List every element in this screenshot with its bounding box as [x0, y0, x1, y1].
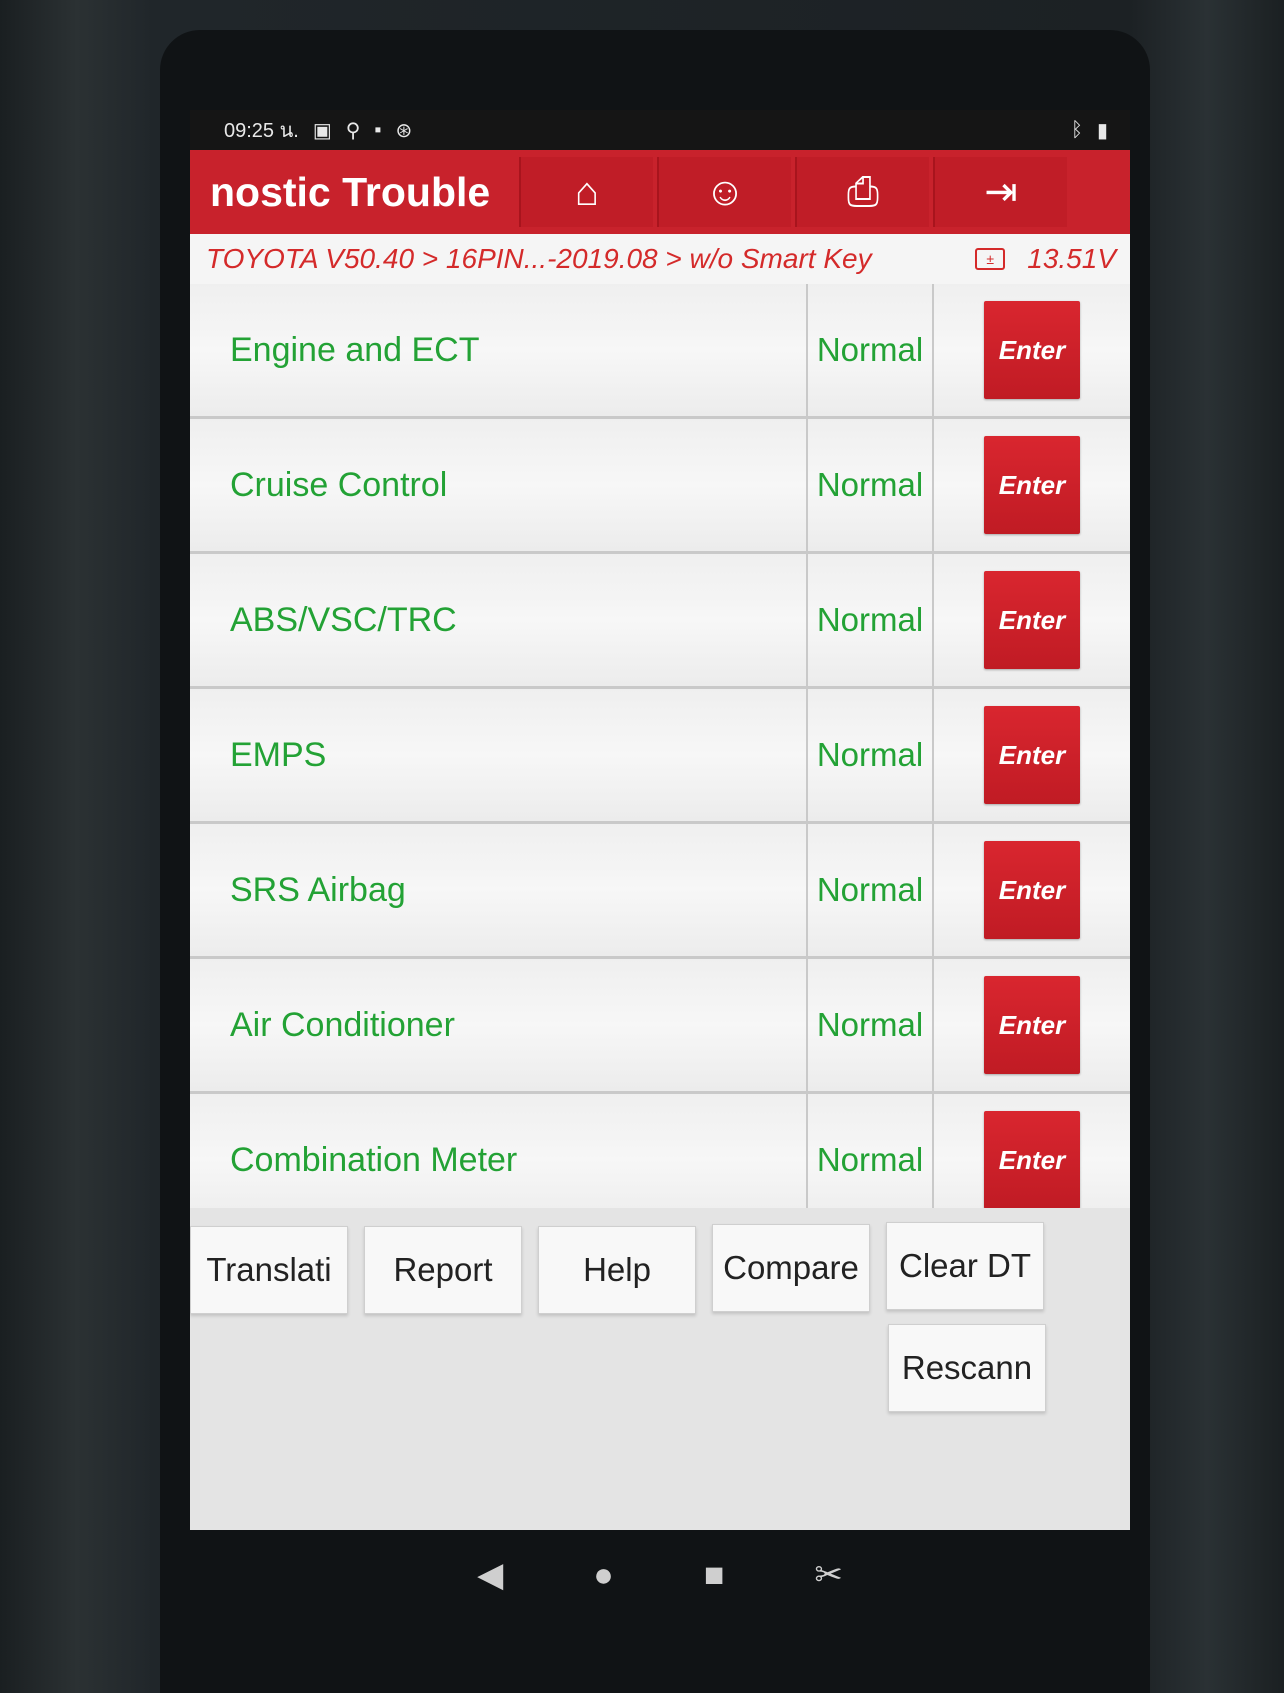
action-cell: Enter	[934, 1094, 1130, 1226]
table-row: ABS/VSC/TRC Normal Enter	[190, 554, 1130, 689]
system-status: Normal	[808, 959, 934, 1091]
android-nav-bar: ◀ ● ■ ✂	[190, 1530, 1130, 1620]
translation-button[interactable]: Translati	[190, 1226, 348, 1314]
report-button[interactable]: Report	[364, 1226, 522, 1314]
status-bar-right: ᛒ ▮	[1071, 118, 1108, 143]
system-name: Cruise Control	[190, 419, 808, 551]
enter-button[interactable]: Enter	[984, 301, 1080, 399]
print-button[interactable]: ⎙	[795, 157, 929, 227]
sim-icon: ▣	[312, 119, 332, 142]
compare-button[interactable]: Compare	[712, 1224, 870, 1312]
system-name: Combination Meter	[190, 1094, 808, 1226]
image-icon: ▪	[374, 118, 382, 141]
table-row: Cruise Control Normal Enter	[190, 419, 1130, 554]
bluetooth-scan-icon: ⊛	[395, 119, 413, 142]
table-row: EMPS Normal Enter	[190, 689, 1130, 824]
print-icon: ⎙	[847, 169, 879, 214]
system-name: EMPS	[190, 689, 808, 821]
action-cell: Enter	[934, 419, 1130, 551]
usb-icon: ⚲	[345, 119, 361, 142]
enter-button[interactable]: Enter	[984, 706, 1080, 804]
support-button[interactable]: ☺	[657, 157, 791, 227]
system-status: Normal	[808, 554, 934, 686]
system-list[interactable]: Engine and ECT Normal Enter Cruise Contr…	[190, 284, 1130, 1284]
system-name: SRS Airbag	[190, 824, 808, 956]
back-icon[interactable]: ◀	[477, 1555, 503, 1595]
screen: 09:25 น. ▣ ⚲ ▪ ⊛ ᛒ ▮ nostic Trouble ⌂ ☺ …	[190, 110, 1130, 1530]
system-name: ABS/VSC/TRC	[190, 554, 808, 686]
table-row: Engine and ECT Normal Enter	[190, 284, 1130, 419]
action-cell: Enter	[934, 959, 1130, 1091]
home-circle-icon[interactable]: ●	[593, 1556, 614, 1595]
rescan-button[interactable]: Rescann	[888, 1324, 1046, 1412]
recents-icon[interactable]: ■	[704, 1556, 725, 1595]
battery-icon: ▮	[1096, 119, 1108, 142]
status-bar: 09:25 น. ▣ ⚲ ▪ ⊛ ᛒ ▮	[190, 110, 1130, 150]
voltage-value: 13.51V	[1027, 243, 1116, 274]
action-cell: Enter	[934, 554, 1130, 686]
action-cell: Enter	[934, 689, 1130, 821]
action-cell: Enter	[934, 284, 1130, 416]
help-button[interactable]: Help	[538, 1226, 696, 1314]
enter-button[interactable]: Enter	[984, 1111, 1080, 1209]
system-status: Normal	[808, 1094, 934, 1226]
breadcrumb: TOYOTA V50.40 > 16PIN...-2019.08 > w/o S…	[190, 234, 1130, 284]
voltage-indicator: ± 13.51V	[975, 243, 1116, 275]
table-row: Air Conditioner Normal Enter	[190, 959, 1130, 1094]
car-battery-icon: ±	[975, 248, 1006, 270]
system-status: Normal	[808, 419, 934, 551]
system-name: Air Conditioner	[190, 959, 808, 1091]
exit-icon: ⇥	[984, 170, 1018, 214]
clear-dtc-button[interactable]: Clear DT	[886, 1222, 1044, 1310]
exit-button[interactable]: ⇥	[933, 157, 1067, 227]
bluetooth-icon: ᛒ	[1070, 118, 1083, 141]
enter-button[interactable]: Enter	[984, 436, 1080, 534]
status-time: 09:25 น.	[224, 120, 299, 142]
breadcrumb-path: TOYOTA V50.40 > 16PIN...-2019.08 > w/o S…	[206, 243, 872, 274]
home-button[interactable]: ⌂	[519, 157, 653, 227]
support-icon: ☺	[704, 169, 746, 214]
action-cell: Enter	[934, 824, 1130, 956]
bottom-toolbar: Translati Report Help Compare Clear DT R…	[190, 1208, 1130, 1530]
title-bar: nostic Trouble ⌂ ☺ ⎙ ⇥	[190, 150, 1130, 234]
table-row: SRS Airbag Normal Enter	[190, 824, 1130, 959]
system-status: Normal	[808, 824, 934, 956]
enter-button[interactable]: Enter	[984, 841, 1080, 939]
status-bar-left: 09:25 น. ▣ ⚲ ▪ ⊛	[224, 114, 412, 146]
enter-button[interactable]: Enter	[984, 976, 1080, 1074]
system-status: Normal	[808, 284, 934, 416]
screenshot-icon[interactable]: ✂	[814, 1555, 843, 1595]
enter-button[interactable]: Enter	[984, 571, 1080, 669]
home-icon: ⌂	[574, 169, 600, 214]
system-name: Engine and ECT	[190, 284, 808, 416]
page-title: nostic Trouble	[210, 168, 491, 215]
system-status: Normal	[808, 689, 934, 821]
